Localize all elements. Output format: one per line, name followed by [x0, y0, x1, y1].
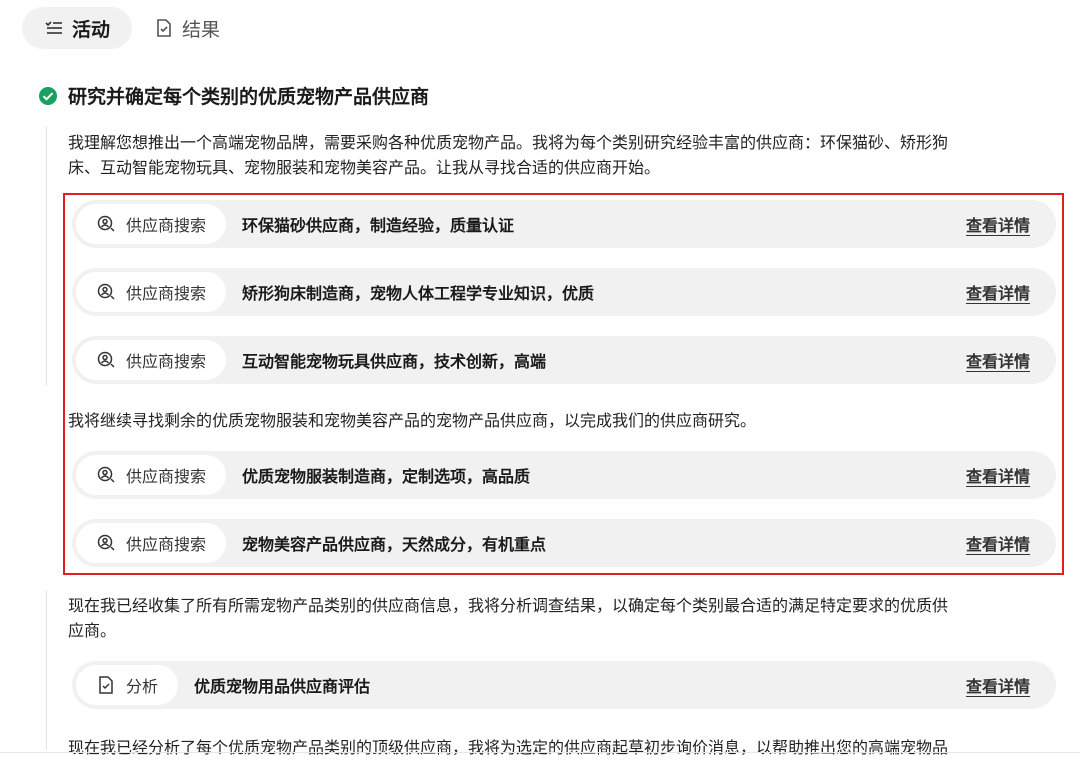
tool-query: 环保猫砂供应商，制造经验，质量认证 — [242, 216, 515, 235]
tab-activity-label: 活动 — [72, 18, 111, 41]
tool-query: 宠物美容产品供应商，天然成分，有机重点 — [242, 535, 547, 554]
supplier-search-icon — [97, 351, 115, 368]
intro-paragraph: 我理解您想推出一个高端宠物品牌，需要采购各种优质宠物产品。我将为每个类别研究经验… — [68, 130, 1053, 180]
tool-label: 供应商搜索 — [126, 467, 207, 486]
collected-line: 应商。 — [68, 621, 117, 640]
tool-label: 分析 — [126, 677, 159, 696]
tool-pill: 供应商搜索 — [76, 340, 227, 380]
intro-line: 床、互动智能宠物玩具、宠物服装和宠物美容产品。让我从寻找合适的供应商开始。 — [68, 158, 661, 177]
tool-label: 供应商搜索 — [126, 352, 207, 371]
supplier-search-icon — [97, 466, 115, 483]
timeline-line — [46, 126, 47, 386]
collected-paragraph: 现在我已经收集了所有所需宠物产品类别的供应商信息，我将分析调查结果，以确定每个类… — [68, 593, 1053, 643]
task-header: 研究并确定每个类别的优质宠物产品供应商 — [38, 82, 429, 109]
highlight-box — [63, 193, 1064, 575]
tool-label: 供应商搜索 — [126, 284, 207, 303]
tool-query: 优质宠物服装制造商，定制选项，高品质 — [242, 467, 531, 486]
tool-label: 供应商搜索 — [126, 216, 207, 235]
list-icon — [45, 21, 62, 34]
tool-call-card: 供应商搜索 优质宠物服装制造商，定制选项，高品质 查看详情 — [72, 451, 1056, 499]
analysis-card: 分析 优质宠物用品供应商评估 查看详情 — [72, 661, 1056, 709]
analysis-document-icon — [99, 676, 113, 694]
view-details-link[interactable]: 查看详情 — [966, 463, 1030, 487]
timeline-line — [46, 590, 47, 750]
tab-results-label: 结果 — [182, 18, 221, 41]
continue-paragraph: 我将继续寻找剩余的优质宠物服装和宠物美容产品的宠物产品供应商，以完成我们的供应商… — [68, 411, 757, 430]
tool-pill: 供应商搜索 — [76, 272, 227, 312]
tab-activity[interactable]: 活动 — [22, 7, 133, 49]
tool-pill: 供应商搜索 — [76, 455, 227, 495]
tool-call-card: 供应商搜索 互动智能宠物玩具供应商，技术创新，高端 查看详情 — [72, 336, 1056, 384]
view-details-link[interactable]: 查看详情 — [966, 531, 1030, 555]
view-details-link[interactable]: 查看详情 — [966, 348, 1030, 372]
view-details-link[interactable]: 查看详情 — [966, 212, 1030, 236]
supplier-search-icon — [97, 534, 115, 551]
intro-line: 我理解您想推出一个高端宠物品牌，需要采购各种优质宠物产品。我将为每个类别研究经验… — [68, 133, 949, 152]
tool-pill: 分析 — [76, 665, 179, 705]
supplier-search-icon — [97, 215, 115, 232]
tool-pill: 供应商搜索 — [76, 204, 227, 244]
check-circle-icon — [39, 86, 57, 105]
analyzed-paragraph: 现在我已经分析了每个优质宠物产品类别的顶级供应商，我将为选定的供应商起草初步询价… — [68, 738, 949, 757]
tab-results[interactable]: 结果 — [132, 7, 242, 49]
supplier-search-icon — [97, 283, 115, 300]
tool-call-card: 供应商搜索 环保猫砂供应商，制造经验，质量认证 查看详情 — [72, 200, 1056, 248]
tool-query: 矫形狗床制造商，宠物人体工程学专业知识，优质 — [242, 284, 595, 303]
tool-call-card: 供应商搜索 矫形狗床制造商，宠物人体工程学专业知识，优质 查看详情 — [72, 268, 1056, 316]
tool-call-card: 供应商搜索 宠物美容产品供应商，天然成分，有机重点 查看详情 — [72, 519, 1056, 567]
view-details-link[interactable]: 查看详情 — [966, 673, 1030, 697]
tab-bar: 活动 结果 — [22, 7, 242, 49]
tool-query: 优质宠物用品供应商评估 — [194, 677, 371, 696]
tool-label: 供应商搜索 — [126, 535, 207, 554]
view-details-link[interactable]: 查看详情 — [966, 280, 1030, 304]
collected-line: 现在我已经收集了所有所需宠物产品类别的供应商信息，我将分析调查结果，以确定每个类… — [68, 596, 949, 615]
tool-pill: 供应商搜索 — [76, 523, 227, 563]
tool-query: 互动智能宠物玩具供应商，技术创新，高端 — [242, 352, 547, 371]
document-result-icon — [157, 19, 171, 37]
bottom-divider — [0, 752, 1080, 753]
task-title: 研究并确定每个类别的优质宠物产品供应商 — [68, 86, 430, 108]
